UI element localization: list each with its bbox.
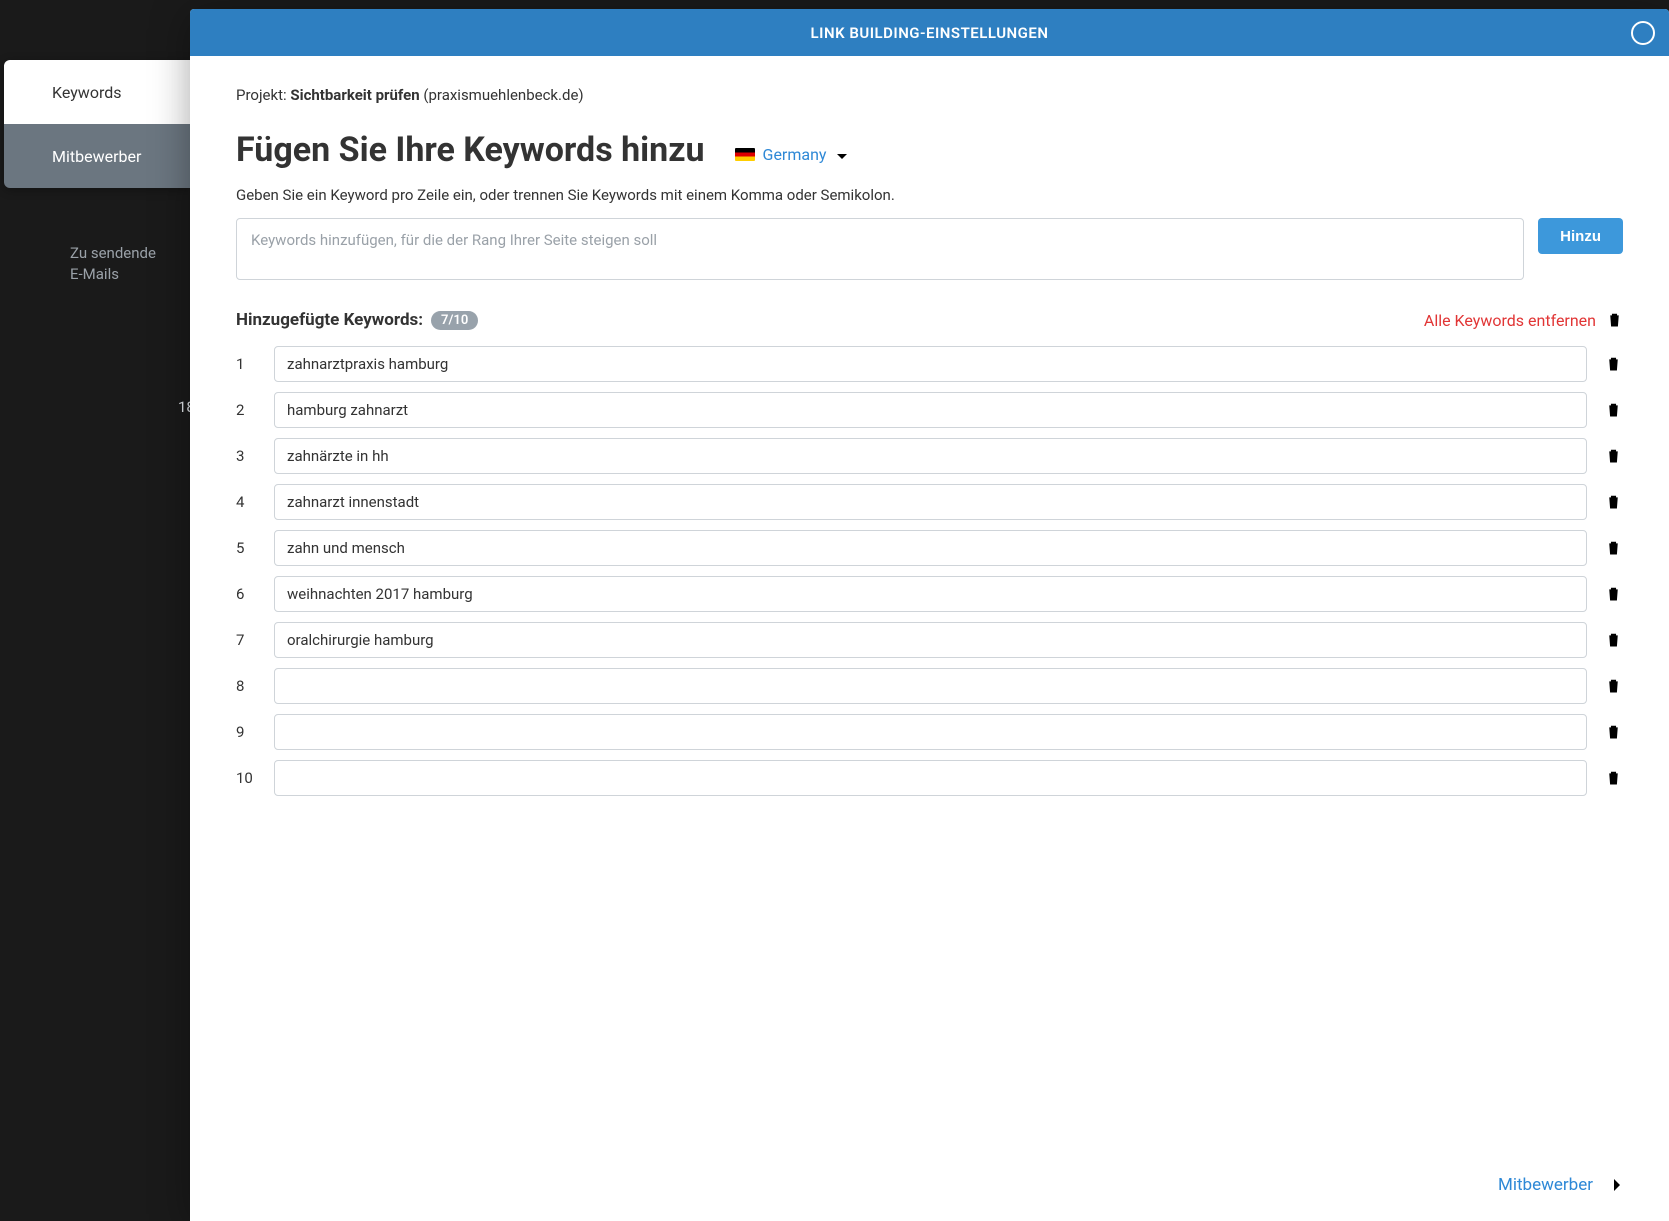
chevron-down-icon [835,148,849,162]
trash-icon [1605,448,1622,465]
keyword-count-badge: 7/10 [431,311,478,330]
add-button[interactable]: Hinzu [1538,218,1623,254]
keyword-row-number: 6 [236,585,258,603]
delete-keyword-button[interactable] [1603,630,1623,650]
trash-icon [1606,312,1623,329]
check-icon [22,82,42,102]
wizard-steps-panel: Keywords Mitbewerber [4,60,190,188]
keyword-row: 5 [236,530,1623,566]
trash-icon [1605,770,1622,787]
remove-all-keywords-button[interactable]: Alle Keywords entfernen [1424,311,1623,330]
keyword-input[interactable] [274,622,1587,658]
keyword-row-number: 1 [236,355,258,373]
keyword-input[interactable] [274,576,1587,612]
modal-title: LINK BUILDING-EINSTELLUNGEN [811,24,1049,42]
keyword-row-number: 9 [236,723,258,741]
keyword-row-number: 4 [236,493,258,511]
keyword-input[interactable] [274,760,1587,796]
modal-body: Projekt: Sichtbarkeit prüfen (praxismueh… [190,56,1669,1157]
project-line: Projekt: Sichtbarkeit prüfen (praxismueh… [236,86,1623,104]
keyword-row: 3 [236,438,1623,474]
delete-keyword-button[interactable] [1603,722,1623,742]
keyword-input[interactable] [274,346,1587,382]
delete-keyword-button[interactable] [1603,538,1623,558]
keyword-row-number: 2 [236,401,258,419]
keyword-list: 1 2 3 4 5 6 7 8 9 10 [236,346,1623,796]
keyword-input[interactable] [274,438,1587,474]
input-hint: Geben Sie ein Keyword pro Zeile ein, ode… [236,186,1623,204]
modal-header: LINK BUILDING-EINSTELLUNGEN [190,9,1669,56]
close-icon [1637,27,1649,39]
keyword-row: 8 [236,668,1623,704]
keyword-row: 6 [236,576,1623,612]
delete-keyword-button[interactable] [1603,676,1623,696]
keyword-row: 7 [236,622,1623,658]
trash-icon [1605,356,1622,373]
trash-icon [1605,678,1622,695]
keyword-input[interactable] [274,714,1587,750]
check-icon [22,146,42,166]
keyword-row: 2 [236,392,1623,428]
added-keywords-label: Hinzugefügte Keywords: 7/10 [236,310,478,330]
keyword-row-number: 3 [236,447,258,465]
keyword-input[interactable] [274,392,1587,428]
trash-icon [1605,402,1622,419]
keyword-input[interactable] [274,668,1587,704]
page-title: Fügen Sie Ihre Keywords hinzu [236,130,705,170]
delete-keyword-button[interactable] [1603,354,1623,374]
country-picker[interactable]: Germany [735,145,849,164]
germany-flag-icon [735,148,755,161]
keyword-row: 1 [236,346,1623,382]
wizard-step-label: Mitbewerber [52,147,141,166]
keyword-row: 9 [236,714,1623,750]
trash-icon [1605,540,1622,557]
trash-icon [1605,586,1622,603]
delete-keyword-button[interactable] [1603,768,1623,788]
keyword-row: 4 [236,484,1623,520]
keywords-textarea[interactable] [236,218,1524,280]
arrow-right-icon [1603,1178,1623,1192]
wizard-step-competitors[interactable]: Mitbewerber [4,124,190,188]
trash-icon [1605,632,1622,649]
delete-keyword-button[interactable] [1603,584,1623,604]
wizard-step-label: Keywords [52,83,122,102]
trash-icon [1605,724,1622,741]
backdrop-column-label: Zu sendende E-Mails [70,243,156,285]
wizard-step-keywords[interactable]: Keywords [4,60,190,124]
delete-keyword-button[interactable] [1603,492,1623,512]
close-button[interactable] [1631,21,1655,45]
next-step-button[interactable]: Mitbewerber [1498,1175,1623,1195]
delete-keyword-button[interactable] [1603,400,1623,420]
keyword-row-number: 5 [236,539,258,557]
trash-icon [1605,494,1622,511]
modal-footer: Mitbewerber [190,1157,1669,1221]
keyword-row-number: 8 [236,677,258,695]
keyword-row-number: 7 [236,631,258,649]
keyword-input[interactable] [274,530,1587,566]
keyword-row-number: 10 [236,769,258,787]
keyword-row: 10 [236,760,1623,796]
settings-modal: LINK BUILDING-EINSTELLUNGEN Projekt: Sic… [190,9,1669,1221]
country-label: Germany [763,145,827,164]
delete-keyword-button[interactable] [1603,446,1623,466]
keyword-input[interactable] [274,484,1587,520]
